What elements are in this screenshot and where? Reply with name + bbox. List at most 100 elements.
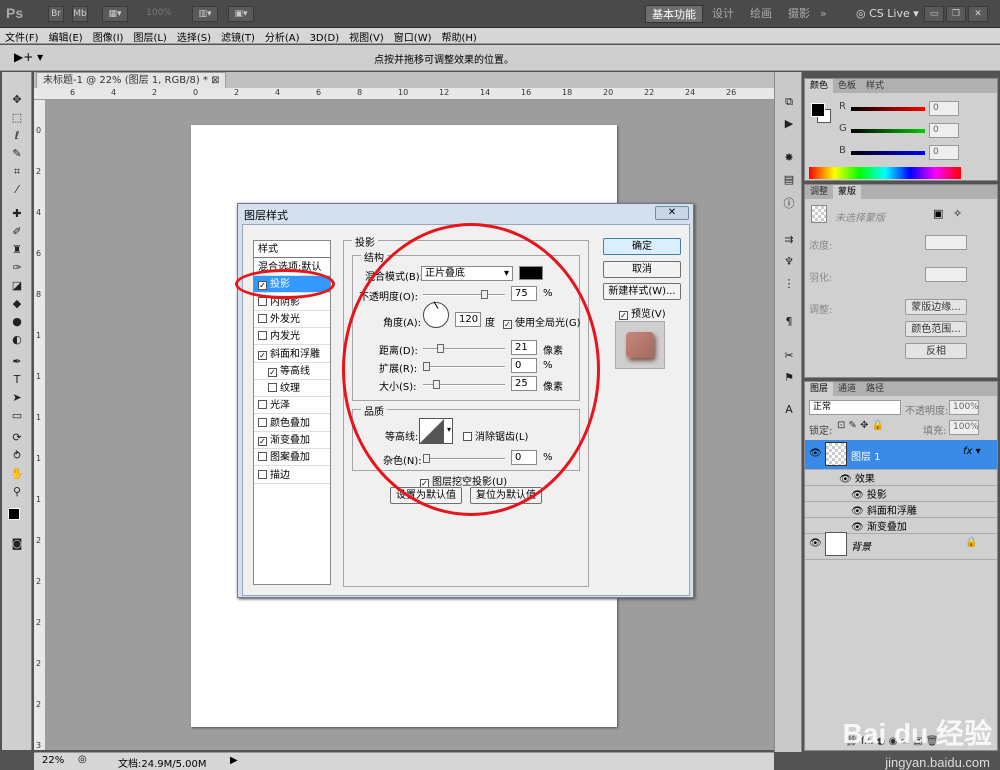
- tab-close-icon[interactable]: ⊠: [211, 75, 219, 86]
- menu-image[interactable]: 图像(I): [88, 28, 129, 45]
- tab-adjustments[interactable]: 调整: [805, 185, 833, 199]
- foreground-color-swatch[interactable]: [8, 508, 20, 520]
- style-item-3[interactable]: 外发光: [254, 311, 330, 328]
- eraser-tool-icon[interactable]: ◪: [8, 278, 26, 294]
- hand-tool-icon[interactable]: ✋: [8, 466, 26, 482]
- brush-tool-icon[interactable]: ✐: [8, 224, 26, 240]
- density-field[interactable]: [925, 235, 967, 250]
- style-item-7[interactable]: 纹理: [254, 380, 330, 398]
- paragraph-panel-icon[interactable]: ¶: [781, 314, 797, 330]
- cs-live-button[interactable]: ◎ CS Live ▾: [856, 5, 919, 23]
- menu-window[interactable]: 窗口(W): [389, 28, 437, 45]
- tab-masks[interactable]: 蒙版: [833, 185, 862, 199]
- style-item-10[interactable]: ✓ 渐变叠加: [254, 432, 330, 449]
- menu-file[interactable]: 文件(F): [0, 28, 44, 45]
- effects-row[interactable]: 👁 效果: [805, 470, 997, 486]
- style-checkbox-icon[interactable]: ✓: [258, 437, 267, 446]
- move-tool-icon[interactable]: ✥: [8, 92, 26, 108]
- crop-tool-icon[interactable]: ⌗: [8, 164, 26, 180]
- new-style-button[interactable]: 新建样式(W)...: [603, 283, 681, 300]
- eyedropper-tool-icon[interactable]: ⁄: [8, 182, 26, 198]
- menu-view[interactable]: 视图(V): [344, 28, 389, 45]
- paint-bucket-tool-icon[interactable]: ◆: [8, 296, 26, 312]
- style-checkbox-icon[interactable]: ✓: [268, 367, 277, 377]
- navigator-panel-icon[interactable]: ▤: [781, 172, 797, 188]
- minimize-icon[interactable]: ▭: [924, 6, 944, 22]
- effects-eye-icon[interactable]: 👁: [839, 474, 852, 485]
- style-item-5[interactable]: ✓ 斜面和浮雕: [254, 346, 330, 363]
- quick-mask-icon[interactable]: ◙: [8, 536, 26, 552]
- style-checkbox-icon[interactable]: [268, 383, 277, 393]
- minibridge-icon[interactable]: Mb: [72, 6, 88, 22]
- menu-filter[interactable]: 滤镜(T): [216, 28, 260, 45]
- style-checkbox-icon[interactable]: [258, 452, 267, 462]
- tab-styles[interactable]: 样式: [861, 79, 889, 93]
- shape-tool-icon[interactable]: ▭: [8, 408, 26, 424]
- zoom-level-dropdown[interactable]: 100%: [138, 6, 180, 22]
- blue-slider[interactable]: [851, 151, 925, 155]
- ok-button[interactable]: 确定: [603, 238, 681, 255]
- measurement-panel-icon[interactable]: ⚑: [781, 370, 797, 386]
- style-item-6[interactable]: ✓ 等高线: [254, 363, 330, 380]
- style-item-11[interactable]: 图案叠加: [254, 449, 330, 467]
- red-slider[interactable]: [851, 107, 925, 111]
- clone-source-icon[interactable]: ♆: [781, 254, 797, 270]
- restore-icon[interactable]: ❐: [946, 6, 966, 22]
- green-value[interactable]: 0: [929, 123, 959, 138]
- lasso-tool-icon[interactable]: ℓ: [8, 128, 26, 144]
- zoom-tool-icon[interactable]: ⚲: [8, 484, 26, 500]
- fill-field[interactable]: 100%: [949, 420, 979, 435]
- color-spectrum-bar[interactable]: [809, 167, 961, 179]
- history-panel-icon[interactable]: ⧉: [781, 94, 797, 110]
- move-tool-preset-icon[interactable]: ▶+ ▾: [14, 50, 43, 64]
- red-value[interactable]: 0: [929, 101, 959, 116]
- document-tab[interactable]: 未标题-1 @ 22% (图层 1, RGB/8) * ⊠: [36, 72, 227, 88]
- path-selection-tool-icon[interactable]: ➤: [8, 390, 26, 406]
- effect-eye-icon[interactable]: 👁: [851, 490, 864, 501]
- 3d-panel-icon[interactable]: ✂: [781, 348, 797, 364]
- menu-layer[interactable]: 图层(L): [128, 28, 171, 45]
- style-checkbox-icon[interactable]: [258, 313, 267, 323]
- menu-edit[interactable]: 编辑(E): [44, 28, 88, 45]
- layer-row-layer1[interactable]: 👁 图层 1 fx ▾: [805, 440, 997, 470]
- healing-brush-tool-icon[interactable]: ✚: [8, 206, 26, 222]
- pen-tool-icon[interactable]: ✒: [8, 354, 26, 370]
- actions-panel-icon[interactable]: ▶: [781, 116, 797, 132]
- layer1-name[interactable]: 图层 1: [851, 448, 881, 463]
- brush-presets-icon[interactable]: ⋮: [781, 276, 797, 292]
- layer-blend-mode-select[interactable]: 正常: [809, 400, 901, 415]
- invert-button[interactable]: 反相: [905, 343, 967, 359]
- dialog-close-icon[interactable]: ✕: [655, 206, 689, 220]
- fx-icon[interactable]: fx ▾: [963, 446, 981, 457]
- background-name[interactable]: 背景: [851, 538, 871, 553]
- brush-panel-icon[interactable]: ✸: [781, 150, 797, 166]
- blur-tool-icon[interactable]: ●: [8, 314, 26, 330]
- marquee-tool-icon[interactable]: ⬚: [8, 110, 26, 126]
- style-item-9[interactable]: 颜色叠加: [254, 415, 330, 432]
- view-extras-icon[interactable]: ▦▾: [102, 6, 128, 22]
- 3d-rotate-tool-icon[interactable]: ⟳: [8, 430, 26, 446]
- 3d-orbit-tool-icon[interactable]: ⥁: [8, 448, 26, 464]
- vector-mask-icon[interactable]: ✧: [953, 207, 962, 220]
- effect-eye-icon[interactable]: 👁: [851, 506, 864, 517]
- tab-channels[interactable]: 通道: [833, 382, 861, 396]
- cancel-button[interactable]: 取消: [603, 261, 681, 278]
- visibility-eye-icon[interactable]: 👁: [809, 448, 822, 459]
- menu-analysis[interactable]: 分析(A): [260, 28, 305, 45]
- status-info-icon[interactable]: ◎: [78, 754, 87, 765]
- menu-help[interactable]: 帮助(H): [437, 28, 482, 45]
- screen-mode-icon[interactable]: ▣▾: [228, 6, 254, 22]
- style-checkbox-icon[interactable]: [258, 417, 267, 427]
- tab-layers[interactable]: 图层: [805, 382, 834, 396]
- tool-presets-icon[interactable]: ⇉: [781, 232, 797, 248]
- close-icon[interactable]: ✕: [968, 6, 988, 22]
- mask-edge-button[interactable]: 蒙版边缘...: [905, 299, 967, 315]
- more-workspaces-icon[interactable]: »: [820, 5, 827, 23]
- history-brush-tool-icon[interactable]: ✑: [8, 260, 26, 276]
- workspace-photography[interactable]: 摄影: [788, 5, 810, 23]
- workspace-essentials[interactable]: 基本功能: [645, 5, 703, 23]
- effect-row-drop-shadow[interactable]: 👁 投影: [805, 486, 997, 502]
- feather-field[interactable]: [925, 267, 967, 282]
- style-item-12[interactable]: 描边: [254, 467, 330, 484]
- style-checkbox-icon[interactable]: ✓: [258, 350, 267, 360]
